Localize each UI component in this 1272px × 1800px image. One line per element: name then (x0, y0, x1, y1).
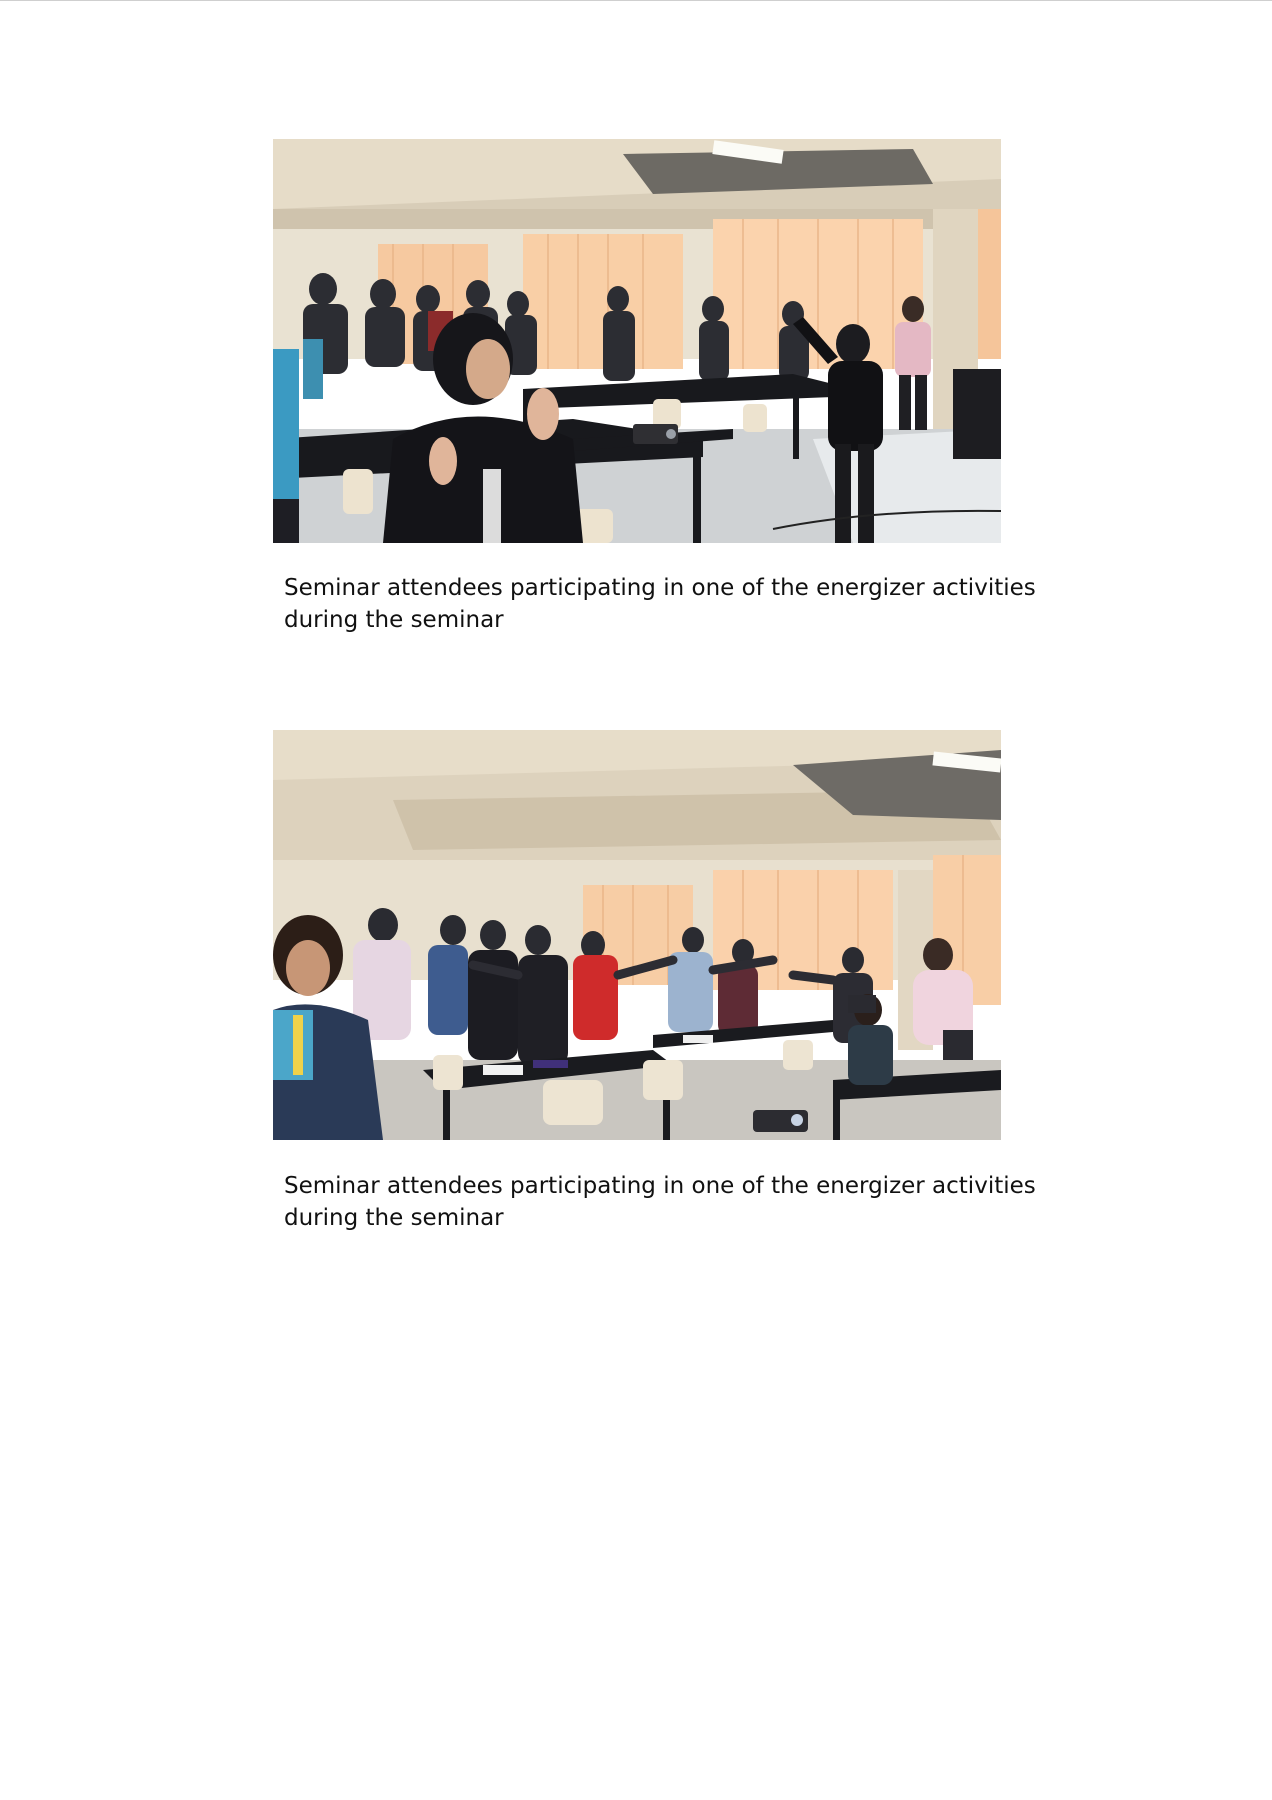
photo-2-illustration (273, 730, 1001, 1140)
photo-1-illustration (273, 139, 1001, 543)
photo-2-caption-line-1: Seminar attendees participating in one o… (284, 1173, 1036, 1199)
seminar-photo-1 (273, 139, 1001, 543)
photo-2-caption-line-2: during the seminar (284, 1205, 504, 1231)
photo-1-caption-line-2: during the seminar (284, 607, 504, 633)
photo-2-caption: Seminar attendees participating in one o… (284, 1170, 1036, 1234)
figure-1: Seminar attendees participating in one o… (273, 139, 1036, 639)
page-top-border (0, 0, 1272, 1)
photo-1-caption: Seminar attendees participating in one o… (284, 572, 1036, 636)
figure-2: Seminar attendees participating in one o… (273, 730, 1036, 1231)
seminar-photo-2 (273, 730, 1001, 1140)
photo-1-caption-line-1: Seminar attendees participating in one o… (284, 575, 1036, 601)
